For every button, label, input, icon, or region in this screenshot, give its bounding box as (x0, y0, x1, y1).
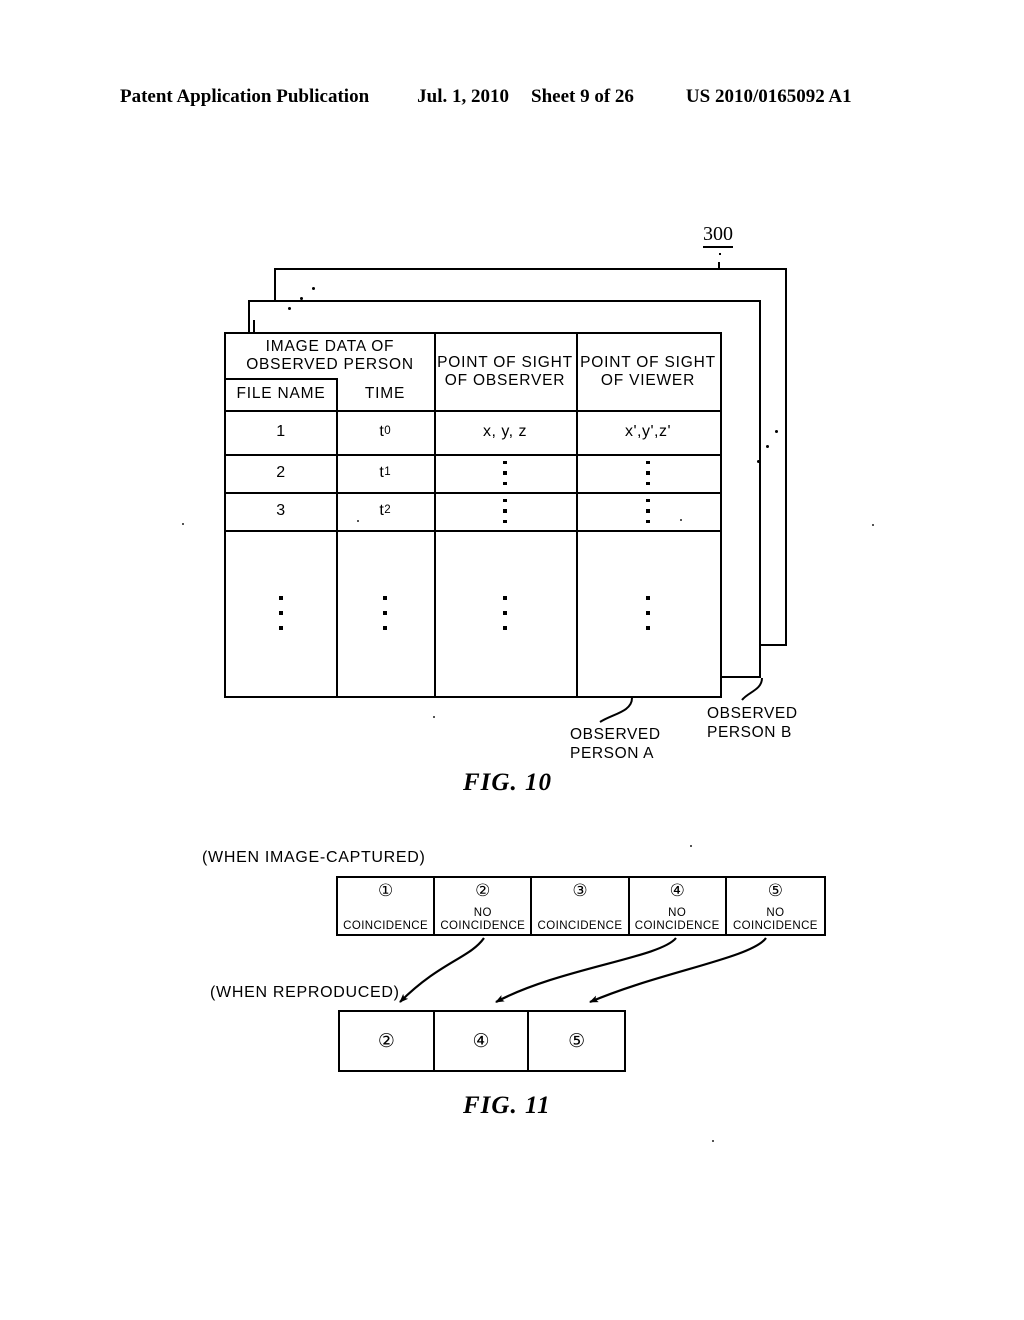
frame-number: ⑤ (568, 1030, 586, 1052)
captured-cell[interactable]: ③ COINCIDENCE (532, 878, 630, 934)
reproduced-sequence-row: ② ④ ⑤ (338, 1010, 626, 1072)
reproduced-cell[interactable]: ④ (435, 1012, 530, 1070)
figure-11-caption: FIG. 11 (463, 1092, 551, 1119)
captured-sequence-row: ① COINCIDENCE ② NO COINCIDENCE ③ COINCID… (336, 876, 826, 936)
captured-cell[interactable]: ④ NO COINCIDENCE (630, 878, 727, 934)
frame-number: ② (377, 1030, 395, 1052)
scan-speckle (357, 520, 359, 522)
scan-speckle (872, 524, 874, 526)
reproduced-cell[interactable]: ⑤ (529, 1012, 624, 1070)
frame-number: ③ (572, 881, 588, 900)
scan-speckle (680, 519, 682, 521)
frame-status: COINCIDENCE (537, 919, 623, 932)
frame-status: NO COINCIDENCE (732, 907, 818, 932)
reproduced-cell[interactable]: ② (340, 1012, 435, 1070)
captured-cell[interactable]: ② NO COINCIDENCE (435, 878, 533, 934)
frame-status: COINCIDENCE (343, 919, 429, 932)
frame-number: ④ (472, 1030, 490, 1052)
scan-speckle (182, 523, 184, 525)
label-when-reproduced: (WHEN REPRODUCED) (210, 984, 400, 1001)
frame-number: ① (377, 881, 394, 900)
frame-number: ② (475, 881, 491, 900)
scan-speckle (690, 845, 692, 847)
captured-cell[interactable]: ① COINCIDENCE (338, 878, 436, 934)
frame-status: NO COINCIDENCE (634, 907, 720, 932)
frame-number: ⑤ (767, 881, 784, 900)
frame-number: ④ (669, 881, 685, 900)
scan-speckle (712, 1140, 714, 1142)
figure-11: (WHEN IMAGE-CAPTURED) ① COINCIDENCE ② NO… (0, 0, 1024, 1320)
captured-cell[interactable]: ⑤ NO COINCIDENCE (727, 878, 824, 934)
scan-speckle (433, 716, 435, 718)
label-when-image-captured: (WHEN IMAGE-CAPTURED) (202, 849, 426, 866)
frame-status: NO COINCIDENCE (440, 907, 526, 932)
